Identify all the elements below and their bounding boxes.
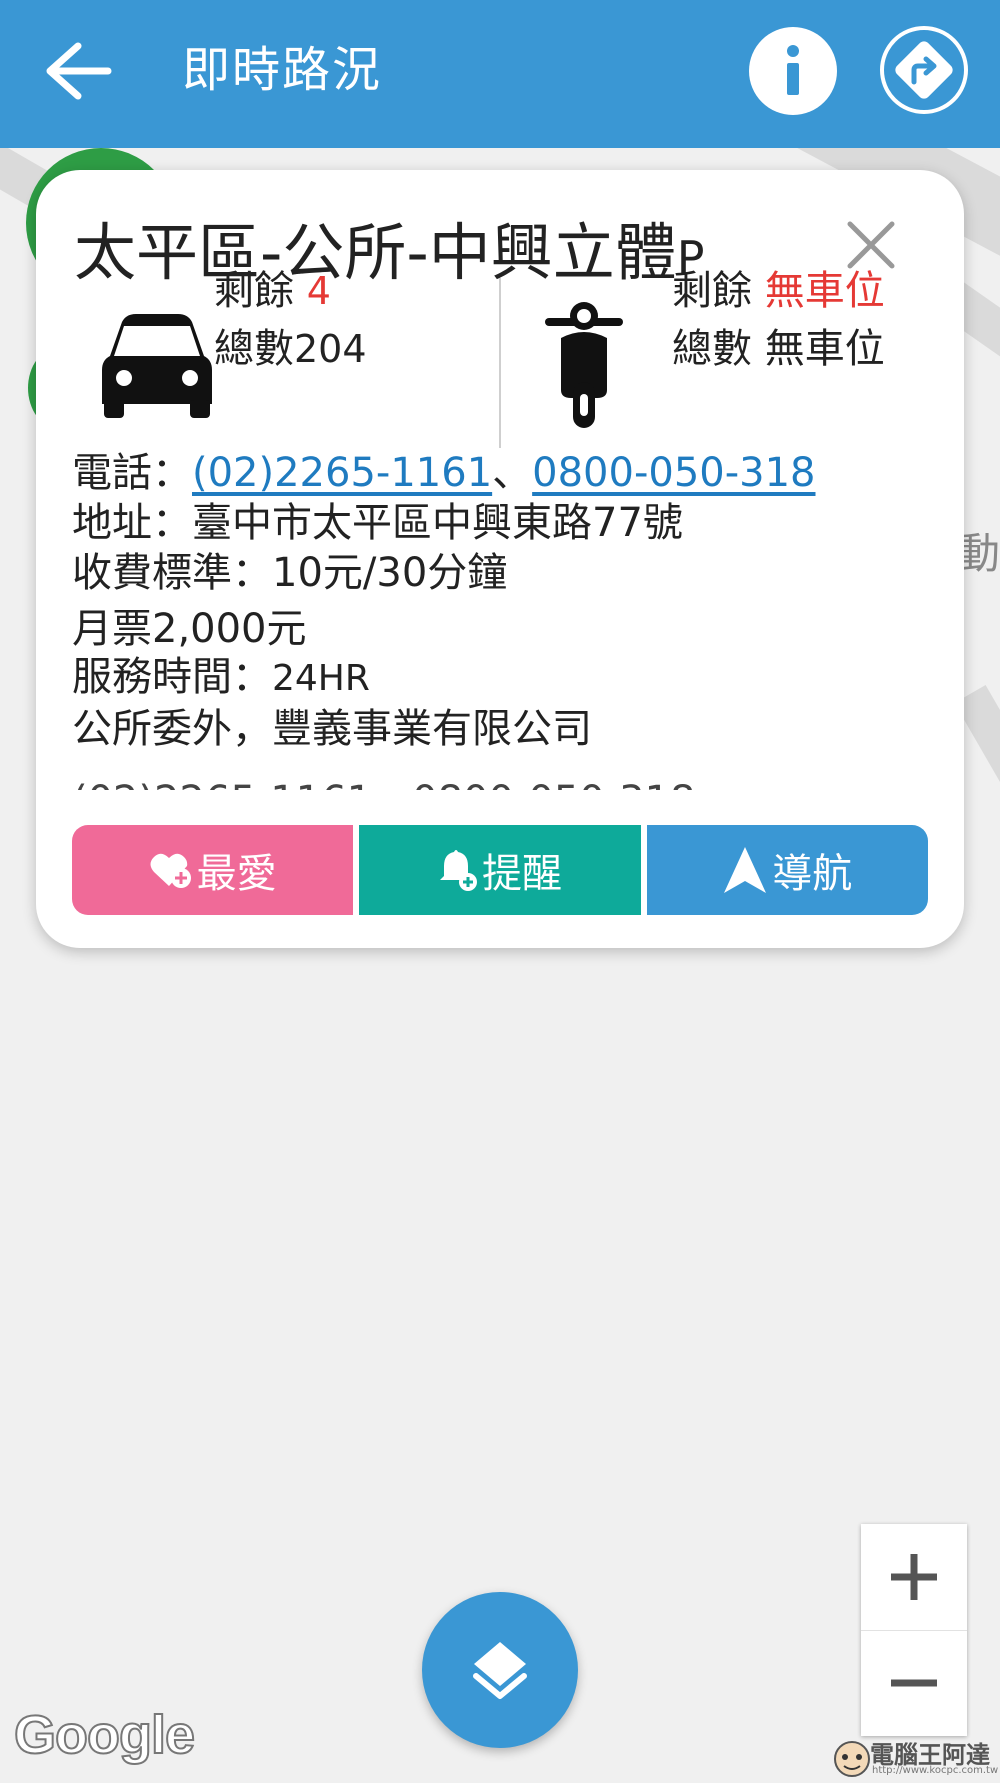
scooter-total-label: 總數 [672, 326, 752, 372]
car-remaining: 剩餘 4 [214, 258, 331, 316]
favorite-label: 最愛 [196, 851, 277, 897]
zoom-controls [861, 1524, 967, 1736]
parking-lot-title: 太平區-公所-中興立體P [74, 202, 705, 292]
fee-label: 收費標準： [72, 550, 272, 596]
layers-icon [473, 1642, 527, 1699]
action-buttons: 最愛 提醒 導航 [72, 825, 928, 915]
parking-info-card: 太平區-公所-中興立體P 剩餘 4 總數204 剩餘 無車位 總數 無車位 電話… [36, 170, 964, 948]
page-title: 即時路況 [182, 42, 383, 98]
parking-lot-name: 太平區-公所-中興立體 [74, 216, 677, 289]
info-circle-icon [749, 27, 837, 115]
remind-label: 提醒 [481, 851, 562, 897]
info-button[interactable] [748, 26, 838, 116]
scooter-remaining-value: 無車位 [764, 268, 885, 314]
favorite-button[interactable]: 最愛 [72, 825, 354, 915]
scooter-remaining-label: 剩餘 [672, 268, 752, 314]
operator-text: 公所委外，豐義事業有限公司 [72, 706, 592, 752]
remind-button[interactable]: 提醒 [359, 825, 641, 915]
google-logo: Google [13, 1704, 196, 1766]
plus-icon [891, 1554, 937, 1600]
fee-row: 收費標準：10元/30分鐘 [72, 540, 507, 598]
app-bar: 即時路況 [0, 0, 1000, 148]
zoom-in-button[interactable] [861, 1524, 967, 1631]
car-remaining-value: 4 [306, 269, 331, 313]
stats-divider [499, 278, 501, 448]
car-total-value: 204 [294, 327, 367, 371]
car-total-label: 總數 [214, 326, 294, 372]
mascot-icon [834, 1741, 870, 1777]
minus-icon [891, 1679, 937, 1687]
zoom-out-button[interactable] [861, 1630, 967, 1736]
scooter-total: 總數 無車位 [672, 316, 885, 374]
navigate-label: 導航 [772, 851, 853, 897]
navigation-arrow-icon [724, 847, 767, 893]
watermark: 電腦王阿達 http://www.kocpc.com.tw [832, 1735, 1000, 1783]
map-layers-button[interactable] [422, 1592, 578, 1748]
heart-add-icon [150, 853, 191, 888]
hours-row: 服務時間：24HR [72, 644, 370, 702]
car-total: 總數204 [214, 316, 367, 374]
hours-label: 服務時間： [72, 654, 272, 700]
watermark-url: http://www.kocpc.com.tw [872, 1765, 999, 1776]
car-remaining-label: 剩餘 [214, 268, 294, 314]
fee-value: 10元/30分鐘 [272, 550, 508, 596]
phone-row-overflow: (02)2265-1161、0800-050-318 [72, 768, 696, 790]
directions-icon [880, 26, 968, 114]
scooter-icon [545, 302, 623, 428]
car-icon [102, 314, 212, 418]
scooter-remaining: 剩餘 無車位 [672, 258, 885, 316]
hours-value: 24HR [272, 658, 370, 699]
navigate-button[interactable]: 導航 [646, 825, 928, 915]
directions-button[interactable] [878, 24, 970, 116]
bell-add-icon [439, 850, 477, 891]
arrow-left-icon [46, 42, 112, 100]
back-button[interactable] [38, 36, 118, 106]
scooter-total-value: 無車位 [764, 326, 885, 372]
